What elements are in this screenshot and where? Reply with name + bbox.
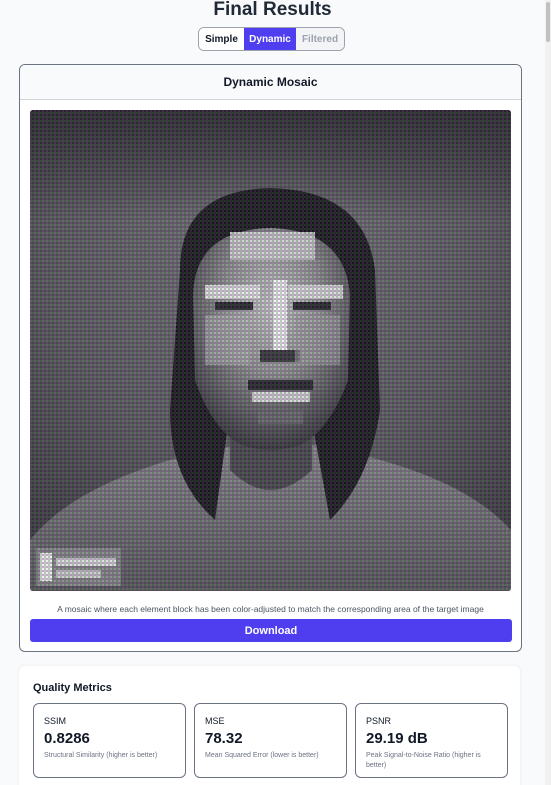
- mosaic-portrait: [30, 110, 511, 591]
- metric-description: Structural Similarity (higher is better): [44, 752, 158, 759]
- metric-value: 0.8286: [44, 730, 90, 747]
- metric-description: Mean Squared Error (lower is better): [205, 752, 319, 759]
- mosaic-card-title: Dynamic Mosaic: [20, 65, 521, 100]
- metric-ssim: SSIM 0.8286 Structural Similarity (highe…: [33, 703, 186, 778]
- mosaic-image: [30, 110, 511, 591]
- metric-label: PSNR: [366, 716, 392, 726]
- page-title: Final Results: [213, 0, 332, 20]
- mosaic-caption: A mosaic where each element block has be…: [57, 604, 484, 614]
- metric-mse: MSE 78.32 Mean Squared Error (lower is b…: [194, 703, 347, 778]
- metric-description: Peak Signal-to-Noise Ratio (higher is be…: [366, 752, 481, 769]
- tab-dynamic[interactable]: Dynamic: [244, 28, 296, 50]
- metric-label: MSE: [205, 716, 225, 726]
- quality-metrics-card: Quality Metrics SSIM 0.8286 Structural S…: [19, 666, 520, 785]
- metric-psnr: PSNR 29.19 dB Peak Signal-to-Noise Ratio…: [355, 703, 508, 778]
- metric-label: SSIM: [44, 716, 67, 726]
- tab-filtered[interactable]: Filtered: [296, 28, 344, 50]
- download-button[interactable]: Download: [30, 619, 512, 642]
- quality-metrics-title: Quality Metrics: [33, 682, 112, 694]
- page: Final Results Simple Dynamic Filtered Dy…: [0, 0, 551, 785]
- tab-simple[interactable]: Simple: [199, 28, 244, 50]
- scrollbar-thumb[interactable]: [546, 2, 550, 42]
- metric-value: 78.32: [205, 730, 243, 747]
- metric-value: 29.19 dB: [366, 730, 428, 747]
- mosaic-card: Dynamic Mosaic A mosaic where each eleme…: [19, 64, 522, 652]
- mosaic-type-toggle: Simple Dynamic Filtered: [198, 27, 345, 51]
- vertical-scrollbar[interactable]: [545, 0, 551, 785]
